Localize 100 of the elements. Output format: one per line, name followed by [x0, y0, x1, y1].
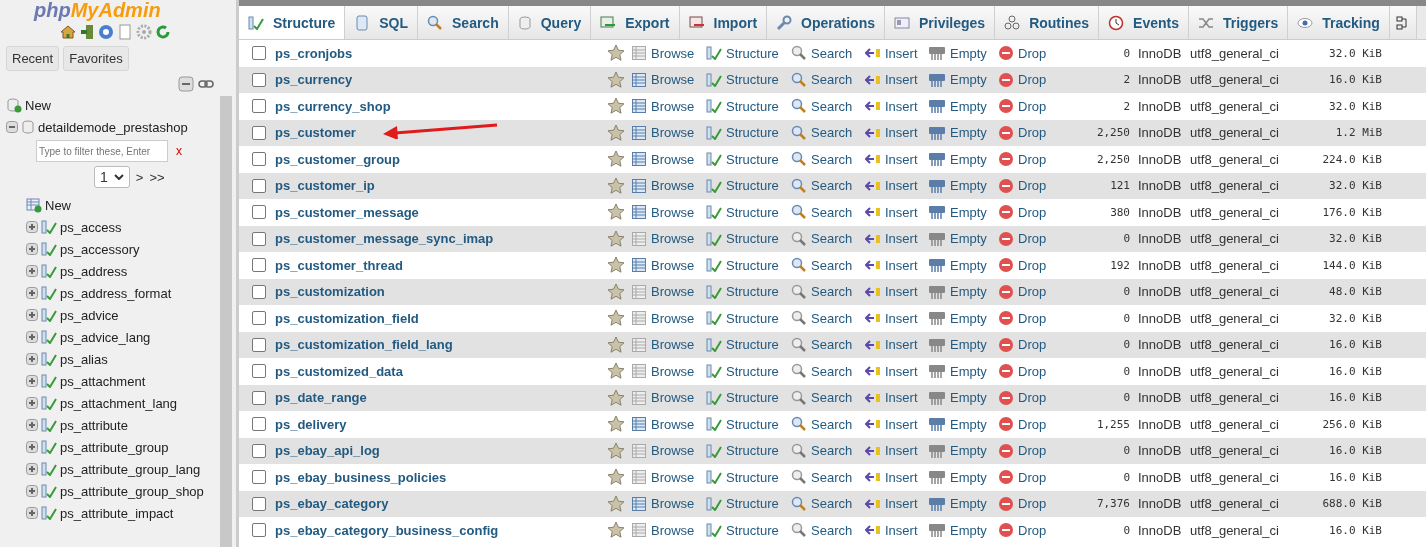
favorite-star-icon[interactable] — [607, 309, 625, 328]
tab[interactable]: Structure — [239, 6, 346, 39]
action-link[interactable]: Insert — [865, 522, 928, 539]
action-link[interactable]: Browse — [631, 257, 706, 274]
expand-icon[interactable] — [26, 331, 38, 343]
table-structure-icon[interactable] — [41, 462, 57, 476]
tab[interactable]: Search — [418, 6, 509, 39]
action-link[interactable]: Search — [791, 45, 865, 62]
action-link[interactable]: Insert — [865, 363, 928, 380]
expand-icon[interactable] — [26, 265, 38, 277]
action-link[interactable]: Browse — [631, 151, 706, 168]
action-link[interactable]: Browse — [631, 45, 706, 62]
row-checkbox[interactable] — [252, 337, 266, 352]
action-link[interactable]: Search — [791, 416, 865, 433]
action-link[interactable]: Drop — [998, 98, 1058, 115]
action-link[interactable]: Drop — [998, 124, 1058, 141]
action-link[interactable]: Structure — [706, 522, 791, 538]
action-link[interactable]: Structure — [706, 178, 791, 194]
table-structure-icon[interactable] — [41, 418, 57, 432]
table-link[interactable]: ps_address_format — [60, 285, 172, 301]
row-checkbox[interactable] — [252, 125, 266, 140]
row-checkbox[interactable] — [252, 205, 266, 220]
table-name-link[interactable]: ps_customer_ip — [275, 178, 375, 194]
action-link[interactable]: Browse — [631, 495, 706, 512]
row-checkbox[interactable] — [252, 390, 266, 405]
row-checkbox[interactable] — [252, 72, 266, 87]
favorite-star-icon[interactable] — [607, 494, 625, 513]
action-link[interactable]: Search — [791, 98, 865, 115]
row-checkbox[interactable] — [252, 284, 266, 299]
tab[interactable]: Tracking — [1288, 6, 1390, 39]
new-database-link[interactable]: New — [25, 97, 51, 113]
action-link[interactable]: Structure — [706, 469, 791, 485]
table-link[interactable]: ps_accessory — [60, 241, 140, 257]
table-structure-icon[interactable] — [41, 440, 57, 454]
table-structure-icon[interactable] — [41, 242, 57, 256]
action-link[interactable]: Empty — [928, 98, 998, 115]
row-checkbox[interactable] — [252, 152, 266, 167]
table-link[interactable]: ps_attribute — [60, 417, 128, 433]
favorite-star-icon[interactable] — [607, 150, 625, 169]
action-link[interactable]: Drop — [998, 177, 1058, 194]
row-checkbox[interactable] — [252, 231, 266, 246]
table-name-link[interactable]: ps_ebay_category — [275, 496, 389, 512]
logo[interactable]: phpMyAdmin — [34, 0, 161, 20]
row-checkbox[interactable] — [252, 523, 266, 538]
favorite-star-icon[interactable] — [607, 70, 625, 89]
action-link[interactable]: Drop — [998, 204, 1058, 221]
tab[interactable]: Export — [591, 6, 680, 39]
action-link[interactable]: Insert — [865, 416, 928, 433]
action-link[interactable]: Insert — [865, 257, 928, 274]
table-name-link[interactable]: ps_customization_field — [275, 310, 419, 326]
action-link[interactable]: Drop — [998, 151, 1058, 168]
table-link[interactable]: ps_access — [60, 219, 122, 235]
action-link[interactable]: Browse — [631, 124, 706, 141]
tab[interactable]: Privileges — [885, 6, 996, 39]
expand-icon[interactable] — [26, 375, 38, 387]
row-checkbox[interactable] — [252, 470, 266, 485]
action-link[interactable]: Search — [791, 522, 865, 539]
action-link[interactable]: Browse — [631, 389, 706, 406]
table-link[interactable]: ps_address — [60, 263, 128, 279]
table-link[interactable]: ps_advice — [60, 307, 119, 323]
last-page-link[interactable]: >> — [149, 169, 165, 185]
action-link[interactable]: Search — [791, 257, 865, 274]
action-link[interactable]: Search — [791, 124, 865, 141]
scrollbar[interactable] — [220, 96, 232, 547]
tab[interactable]: Import — [679, 6, 768, 39]
action-link[interactable]: Structure — [706, 257, 791, 273]
action-link[interactable]: Structure — [706, 496, 791, 512]
page-select[interactable]: 1 — [94, 166, 130, 188]
row-checkbox[interactable] — [252, 443, 266, 458]
table-link[interactable]: ps_attribute_group_lang — [60, 461, 201, 477]
action-link[interactable]: Structure — [706, 310, 791, 326]
row-checkbox[interactable] — [252, 364, 266, 379]
home-icon[interactable] — [59, 24, 76, 40]
link-icon[interactable] — [198, 79, 214, 89]
tab[interactable]: Triggers — [1188, 6, 1289, 39]
action-link[interactable]: Browse — [631, 442, 706, 459]
expand-icon[interactable] — [26, 221, 38, 233]
action-link[interactable]: Empty — [928, 124, 998, 141]
table-name-link[interactable]: ps_customization — [275, 284, 385, 300]
action-link[interactable]: Drop — [998, 522, 1058, 539]
action-link[interactable]: Browse — [631, 522, 706, 539]
favorite-star-icon[interactable] — [607, 256, 625, 275]
action-link[interactable]: Browse — [631, 310, 706, 327]
table-name-link[interactable]: ps_customization_field_lang — [275, 337, 453, 353]
row-checkbox[interactable] — [252, 496, 266, 511]
favorite-star-icon[interactable] — [607, 282, 625, 301]
action-link[interactable]: Empty — [928, 336, 998, 353]
action-link[interactable]: Structure — [706, 337, 791, 353]
tab[interactable]: Routines — [995, 6, 1100, 39]
row-checkbox[interactable] — [252, 178, 266, 193]
panel-tab[interactable]: Favorites — [63, 46, 129, 71]
table-name-link[interactable]: ps_currency — [275, 72, 353, 88]
favorite-star-icon[interactable] — [607, 335, 625, 354]
action-link[interactable]: Insert — [865, 283, 928, 300]
action-link[interactable]: Search — [791, 283, 865, 300]
action-link[interactable]: Drop — [998, 442, 1058, 459]
favorite-star-icon[interactable] — [607, 441, 625, 460]
action-link[interactable]: Structure — [706, 443, 791, 459]
table-name-link[interactable]: ps_customer_thread — [275, 257, 403, 273]
action-link[interactable]: Browse — [631, 283, 706, 300]
